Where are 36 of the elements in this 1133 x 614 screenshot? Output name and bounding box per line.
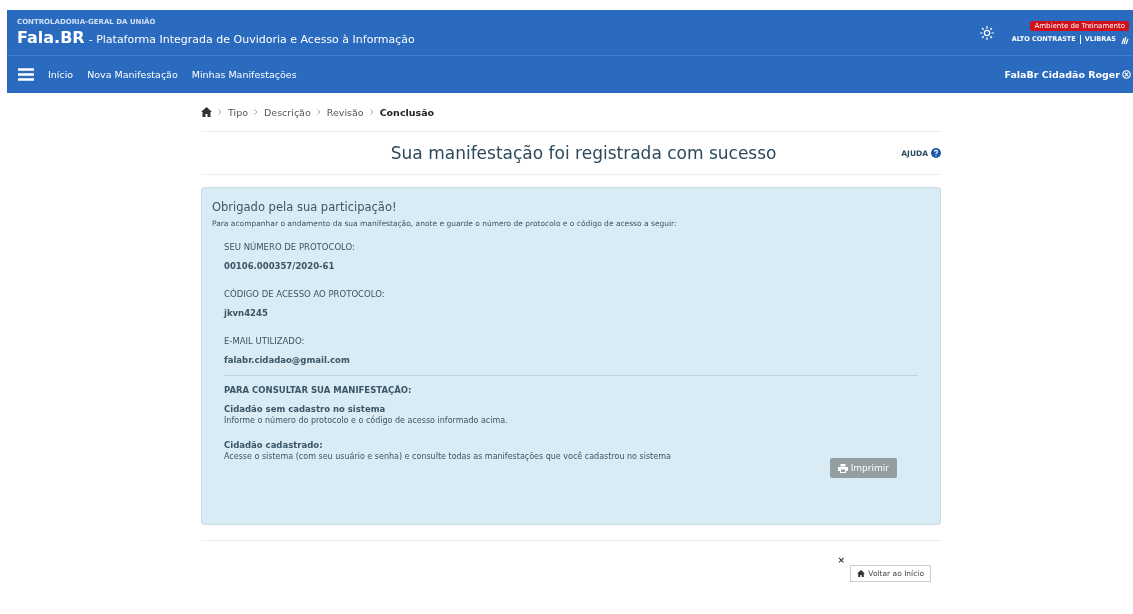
- field-label: SEU NÚMERO DE PROTOCOLO:: [224, 242, 356, 252]
- brightness-icon[interactable]: [979, 25, 994, 40]
- page-title: Sua manifestação foi registrada com sucesso: [389, 143, 778, 163]
- breadcrumb-link[interactable]: Tipo: [228, 106, 248, 118]
- help-icon[interactable]: [931, 148, 941, 158]
- panel-heading: Obrigado pela sua participação!: [212, 200, 398, 214]
- breadcrumb-link[interactable]: Descrição: [264, 106, 311, 118]
- close-circle-icon[interactable]: [1122, 70, 1131, 79]
- case-title: Cidadão sem cadastro no sistema: [224, 404, 387, 414]
- close-mark[interactable]: ×: [837, 555, 845, 565]
- field-value: 00106.000357/2020-61: [224, 261, 336, 271]
- field-value: jkvn4245: [224, 308, 269, 318]
- site-logo-text[interactable]: Fala.BR: [17, 28, 85, 47]
- case-text: Informe o número do protocolo e o código de acesso informado acima.: [224, 416, 509, 425]
- site-subtitle: - Plataforma Integrada de Ouvidoria e Acesso à Informação: [88, 33, 415, 46]
- nav-link[interactable]: Início: [48, 69, 74, 80]
- field-value: falabr.cidadao@gmail.com: [224, 355, 351, 365]
- home-icon: [857, 570, 866, 577]
- field-label: CÓDIGO DE ACESSO AO PROTOCOLO:: [224, 289, 386, 299]
- nav-link[interactable]: Nova Manifestação: [87, 69, 178, 80]
- printer-icon: [837, 463, 848, 473]
- nav-link[interactable]: Minhas Manifestações: [191, 69, 297, 80]
- breadcrumb-link[interactable]: Conclusão: [379, 106, 435, 118]
- menu-icon[interactable]: [18, 68, 34, 81]
- home-icon[interactable]: [201, 107, 212, 117]
- breadcrumb-link[interactable]: Revisão: [326, 106, 364, 118]
- chevron-right-icon: [254, 109, 258, 115]
- chevron-right-icon: [218, 109, 222, 115]
- case-text: Acesse o sistema (com seu usuário e senha) e consulte todas as manifestações que você cadastrou no sistema: [224, 452, 672, 461]
- chevron-right-icon: [369, 109, 374, 115]
- case-title: Cidadão cadastrado:: [224, 440, 324, 450]
- field-label: E-MAIL UTILIZADO:: [224, 336, 306, 346]
- print-button[interactable]: Imprimir: [829, 458, 897, 478]
- chevron-right-icon: [316, 109, 321, 115]
- section-heading: PARA CONSULTAR SUA MANIFESTAÇÃO:: [224, 385, 413, 395]
- user-menu[interactable]: FalaBr Cidadão Roger: [1004, 69, 1120, 80]
